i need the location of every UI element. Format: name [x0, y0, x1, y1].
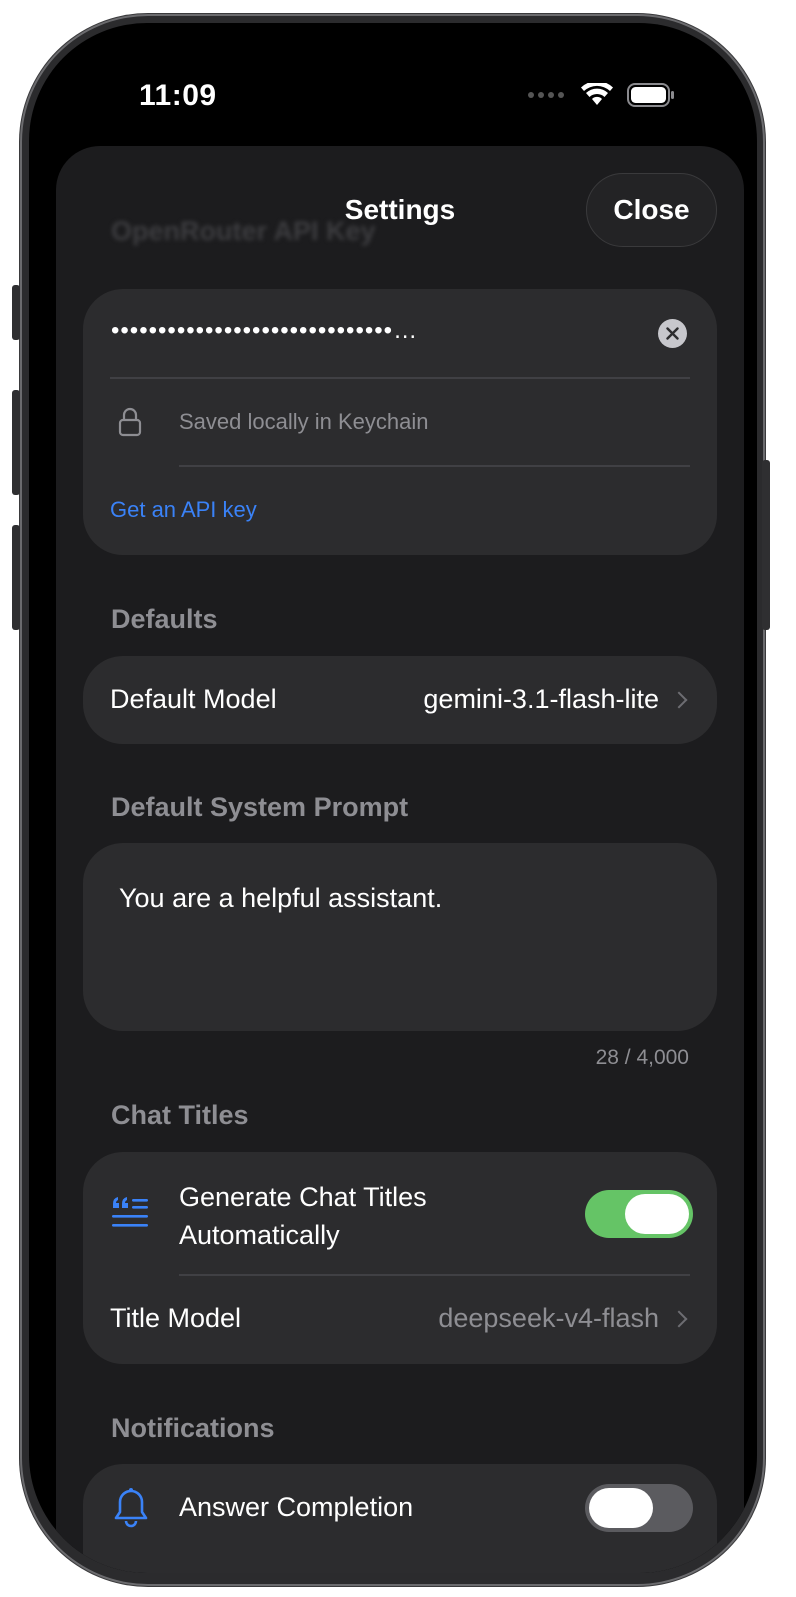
- toggle-knob: [625, 1194, 689, 1234]
- default-model-label: Default Model: [110, 684, 277, 714]
- answer-completion-label: Answer Completion: [179, 1492, 414, 1522]
- wifi-icon: [581, 83, 613, 105]
- power-button: [762, 460, 770, 630]
- divider: [110, 377, 690, 379]
- system-prompt-header: Default System Prompt: [111, 792, 409, 822]
- system-prompt-text: You are a helpful assistant.: [119, 883, 443, 913]
- settings-sheet: OpenRouter API Key Settings Close ••••••…: [56, 146, 744, 1573]
- answer-completion-toggle[interactable]: [585, 1484, 693, 1532]
- clear-input-button[interactable]: [658, 319, 687, 348]
- status-icons: [527, 83, 675, 107]
- notifications-card: Answer Completion: [83, 1464, 717, 1573]
- screen: 11:09 OpenRouter API Key Settings Close …: [29, 23, 757, 1573]
- generate-titles-toggle[interactable]: [585, 1190, 693, 1238]
- status-time: 11:09: [139, 79, 217, 112]
- bell-icon: [114, 1488, 148, 1528]
- action-button: [12, 285, 20, 340]
- default-model-value: gemini-3.1-flash-lite: [423, 684, 659, 714]
- api-key-card: ••••••••••••••••••••••••••••••… Saved lo…: [83, 289, 717, 555]
- chevron-right-icon: [670, 1310, 688, 1328]
- character-count: 28 / 4,000: [595, 1046, 689, 1069]
- api-key-input[interactable]: ••••••••••••••••••••••••••••••…: [111, 317, 641, 351]
- chevron-right-icon: [670, 691, 688, 709]
- volume-up-button: [12, 390, 20, 495]
- battery-icon: [627, 83, 674, 107]
- volume-down-button: [12, 525, 20, 630]
- cellular-dots-icon: [528, 92, 564, 98]
- quote-text-icon: [112, 1197, 148, 1227]
- generate-titles-label: Generate Chat Titles Automatically: [179, 1178, 427, 1254]
- title-model-label: Title Model: [110, 1303, 242, 1333]
- lock-icon: [118, 407, 142, 437]
- close-button[interactable]: Close: [586, 173, 717, 247]
- defaults-header: Defaults: [111, 604, 218, 634]
- generate-titles-label-line1: Generate Chat Titles: [179, 1182, 427, 1212]
- divider: [179, 465, 690, 467]
- toggle-knob: [589, 1488, 653, 1528]
- clear-x-icon: [666, 327, 679, 340]
- chat-titles-header: Chat Titles: [111, 1100, 249, 1130]
- notifications-header: Notifications: [111, 1413, 275, 1443]
- keychain-note: Saved locally in Keychain: [179, 409, 429, 434]
- title-model-value: deepseek-v4-flash: [438, 1303, 659, 1333]
- get-api-key-link[interactable]: Get an API key: [110, 497, 257, 523]
- system-prompt-textarea[interactable]: You are a helpful assistant.: [83, 843, 717, 1031]
- title-model-row[interactable]: Title Model deepseek-v4-flash: [83, 1275, 717, 1364]
- default-model-row[interactable]: Default Model gemini-3.1-flash-lite: [83, 656, 717, 744]
- chat-titles-card: Generate Chat Titles Automatically Title…: [83, 1152, 717, 1364]
- generate-titles-label-line2: Automatically: [179, 1220, 340, 1250]
